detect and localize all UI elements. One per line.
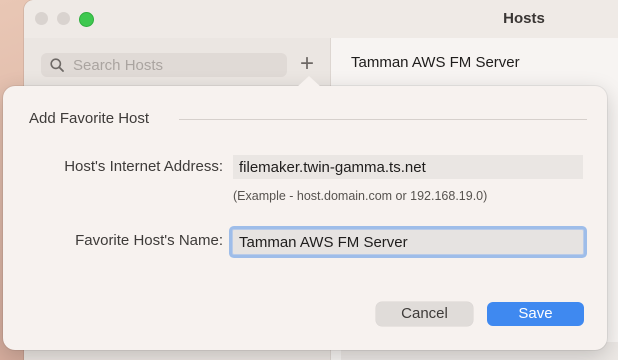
- title-bar: Hosts: [24, 0, 618, 39]
- host-name-field[interactable]: [232, 229, 584, 255]
- close-window-button[interactable]: [35, 12, 48, 25]
- add-host-button[interactable]: +: [294, 50, 320, 78]
- dialog-title: Add Favorite Host: [29, 110, 150, 127]
- add-favorite-host-dialog: Add Favorite Host Host's Internet Addres…: [3, 76, 607, 350]
- minimize-window-button[interactable]: [57, 12, 70, 25]
- window-title: Hosts: [503, 10, 545, 27]
- zoom-window-button[interactable]: [79, 12, 94, 27]
- host-address-label: Host's Internet Address:: [64, 158, 223, 175]
- selected-host-title: Tamman AWS FM Server: [351, 54, 520, 71]
- cancel-button[interactable]: Cancel: [376, 302, 473, 326]
- host-name-label: Favorite Host's Name:: [75, 232, 223, 249]
- dialog-pointer: [297, 76, 321, 87]
- search-input[interactable]: [73, 55, 273, 75]
- address-hint: (Example - host.domain.com or 192.168.19…: [233, 189, 488, 203]
- search-field[interactable]: [41, 53, 287, 77]
- search-icon: [50, 58, 64, 72]
- host-address-field[interactable]: [233, 155, 583, 179]
- plus-icon: +: [299, 50, 314, 77]
- section-divider: [179, 119, 587, 120]
- save-button[interactable]: Save: [487, 302, 584, 326]
